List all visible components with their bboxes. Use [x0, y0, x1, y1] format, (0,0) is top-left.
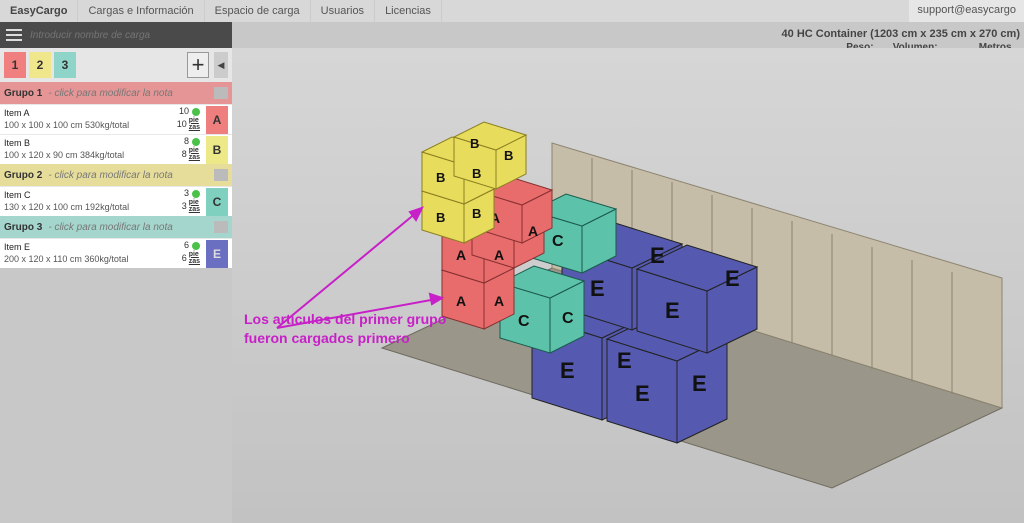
svg-text:E: E [692, 371, 707, 396]
item-quantity: 10 10piezas [177, 107, 200, 132]
item-quantity: 8 8piezas [182, 137, 200, 162]
svg-text:B: B [436, 210, 445, 225]
svg-text:E: E [650, 243, 665, 268]
svg-text:B: B [470, 136, 479, 151]
group-title: Grupo 2 [4, 170, 42, 181]
item-dimensions: 200 x 120 x 110 cm 360kg/total [4, 254, 182, 265]
top-menu-bar: EasyCargo Cargas e Información Espacio d… [0, 0, 1024, 22]
svg-text:C: C [562, 310, 574, 327]
menu-espacio[interactable]: Espacio de carga [205, 0, 311, 22]
cube-icon[interactable] [214, 221, 228, 233]
item-color-label[interactable]: A [206, 106, 228, 134]
cube-icon[interactable] [214, 169, 228, 181]
item-color-label[interactable]: E [206, 240, 228, 268]
status-dot-icon [192, 138, 200, 146]
status-dot-icon [192, 242, 200, 250]
group-title: Grupo 1 [4, 88, 42, 99]
item-quantity: 3 3piezas [182, 189, 200, 214]
group-tabs-row: 1 2 3 + ◀ [0, 48, 232, 82]
svg-text:B: B [436, 170, 445, 185]
brand-label[interactable]: EasyCargo [0, 0, 78, 22]
svg-text:B: B [472, 206, 481, 221]
menu-usuarios[interactable]: Usuarios [311, 0, 375, 22]
group-header-2[interactable]: Grupo 2 - click para modificar la nota [0, 164, 232, 186]
status-dot-icon [192, 108, 200, 116]
svg-text:A: A [494, 293, 504, 309]
item-row[interactable]: Item C 130 x 120 x 100 cm 192kg/total 3 … [0, 186, 232, 216]
svg-text:A: A [456, 293, 466, 309]
svg-text:C: C [518, 313, 530, 330]
menu-licencias[interactable]: Licencias [375, 0, 442, 22]
item-quantity: 6 6piezas [182, 241, 200, 266]
group-header-3[interactable]: Grupo 3 - click para modificar la nota [0, 216, 232, 238]
item-row[interactable]: Item A 100 x 100 x 100 cm 530kg/total 10… [0, 104, 232, 134]
group-note[interactable]: - click para modificar la nota [48, 222, 173, 233]
svg-text:E: E [725, 266, 740, 291]
svg-text:A: A [456, 247, 466, 263]
group-note[interactable]: - click para modificar la nota [48, 88, 173, 99]
item-name: Item C [4, 190, 182, 201]
annotation-text: Los artículos del primer grupo fueron ca… [244, 310, 446, 348]
item-dimensions: 100 x 120 x 90 cm 384kg/total [4, 150, 182, 161]
group-title: Grupo 3 [4, 222, 42, 233]
menu-cargas[interactable]: Cargas e Información [78, 0, 204, 22]
svg-text:B: B [504, 148, 513, 163]
svg-text:C: C [552, 233, 564, 250]
svg-text:E: E [560, 358, 575, 383]
svg-text:A: A [528, 223, 538, 239]
svg-text:E: E [617, 348, 632, 373]
item-name: Item B [4, 138, 182, 149]
load-name-bar [0, 22, 232, 48]
hamburger-icon[interactable] [6, 29, 22, 41]
item-name: Item E [4, 242, 182, 253]
sidebar: 1 2 3 + ◀ Grupo 1 - click para modificar… [0, 48, 232, 268]
svg-text:E: E [635, 381, 650, 406]
item-dimensions: 100 x 100 x 100 cm 530kg/total [4, 120, 177, 131]
container-title: 40 HC Container (1203 cm x 235 cm x 270 … [782, 28, 1020, 40]
group-note[interactable]: - click para modificar la nota [48, 170, 173, 181]
group-tab-1[interactable]: 1 [4, 52, 26, 78]
item-color-label[interactable]: C [206, 188, 228, 216]
group-header-1[interactable]: Grupo 1 - click para modificar la nota [0, 82, 232, 104]
item-row[interactable]: Item E 200 x 120 x 110 cm 360kg/total 6 … [0, 238, 232, 268]
group-tab-2[interactable]: 2 [29, 52, 51, 78]
status-dot-icon [192, 190, 200, 198]
load-name-input[interactable] [30, 30, 226, 41]
item-row[interactable]: Item B 100 x 120 x 90 cm 384kg/total 8 8… [0, 134, 232, 164]
support-link[interactable]: support@easycargo [909, 0, 1024, 22]
item-dimensions: 130 x 120 x 100 cm 192kg/total [4, 202, 182, 213]
viewport-3d[interactable]: EE EE EE EE CCC AA AA AA [232, 48, 1024, 523]
item-color-label[interactable]: B [206, 136, 228, 164]
svg-text:A: A [494, 247, 504, 263]
svg-text:B: B [472, 166, 481, 181]
svg-text:E: E [590, 276, 605, 301]
add-group-button[interactable]: + [187, 52, 209, 78]
group-tab-3[interactable]: 3 [54, 52, 76, 78]
cube-icon[interactable] [214, 87, 228, 99]
item-name: Item A [4, 108, 177, 119]
svg-text:E: E [665, 298, 680, 323]
collapse-sidebar-button[interactable]: ◀ [214, 52, 228, 78]
